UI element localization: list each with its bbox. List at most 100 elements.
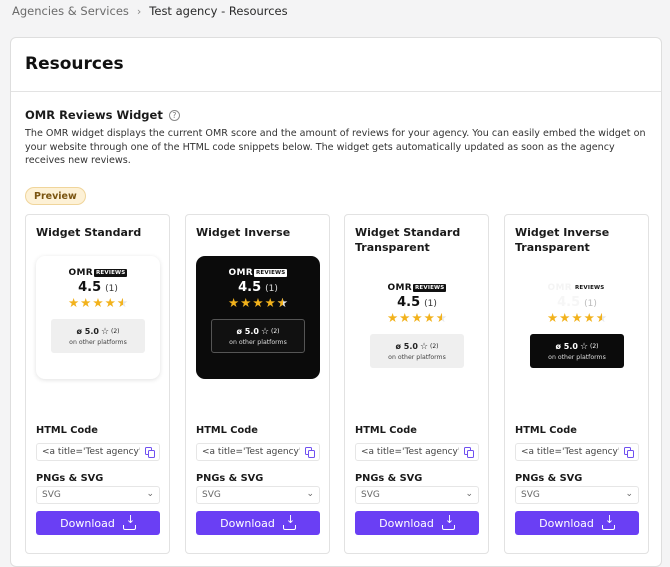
help-circle-icon[interactable]: ?	[168, 109, 180, 121]
platform-score: ø 5.0	[395, 342, 418, 351]
logo-omr-text: OMR	[228, 268, 253, 278]
score-row: 4.5 (1)	[238, 280, 278, 295]
star-half-icon: ★	[596, 311, 607, 326]
breadcrumb-link-agencies[interactable]: Agencies & Services	[12, 4, 129, 18]
html-code-value[interactable]: <a title='Test agency' hr	[202, 447, 300, 457]
platform-label: on other platforms	[229, 338, 287, 346]
score-value: 4.5	[397, 295, 421, 310]
section-title: OMR Reviews Widget ?	[25, 108, 180, 122]
platform-count: (2)	[590, 343, 599, 350]
star-half-icon: ★	[436, 311, 447, 326]
rating-stars: ★ ★ ★ ★ ★	[546, 310, 607, 326]
breadcrumb-separator-icon: ›	[136, 4, 142, 18]
format-select-value: SVG	[202, 490, 221, 500]
star-icon: ★	[227, 295, 240, 310]
logo-omr-text: OMR	[387, 283, 412, 293]
review-count: (1)	[265, 284, 278, 294]
platform-score: ø 5.0	[555, 342, 578, 351]
breadcrumb: Agencies & Services › Test agency - Reso…	[12, 4, 288, 18]
html-code-field[interactable]: <a title='Test agency' hr	[196, 443, 320, 461]
html-code-field[interactable]: <a title='Test agency' hr	[36, 443, 160, 461]
download-icon: ↓	[122, 514, 136, 530]
platform-score-row: ø 5.0 ☆ (2)	[555, 342, 598, 352]
widget-preview-standard: OMR REVIEWS 4.5 (1) ★ ★ ★ ★ ★ ø 5.0 ☆ (2…	[36, 256, 160, 379]
star-icon: ★	[423, 310, 435, 325]
widget-card-standard: Widget Standard OMR REVIEWS 4.5 (1) ★ ★ …	[25, 214, 170, 554]
widget-preview-standard-transparent: OMR REVIEWS 4.5 (1) ★ ★ ★ ★ ★ ø 5.0 ☆ (2…	[355, 271, 479, 394]
html-code-label: HTML Code	[355, 425, 417, 436]
score-value: 4.5	[238, 280, 262, 295]
format-select-value: SVG	[361, 490, 380, 500]
format-select-value: SVG	[521, 490, 540, 500]
html-code-label: HTML Code	[196, 425, 258, 436]
copy-icon[interactable]	[624, 447, 634, 458]
rating-stars: ★ ★ ★ ★ ★	[386, 310, 447, 326]
html-code-value[interactable]: <a title='Test agency' hr	[521, 447, 619, 457]
card-title: Widget Inverse	[196, 226, 291, 239]
card-title: Widget Standard Transparent	[355, 226, 461, 254]
omr-reviews-logo: OMR REVIEWS	[69, 268, 128, 278]
widget-card-inverse: Widget Inverse OMR REVIEWS 4.5 (1) ★ ★ ★…	[185, 214, 330, 554]
score-value: 4.5	[78, 280, 102, 295]
platform-score-row: ø 5.0 ☆ (2)	[395, 342, 438, 352]
star-outline-icon: ☆	[260, 326, 270, 337]
star-icon: ★	[399, 310, 411, 325]
star-icon: ★	[240, 295, 252, 310]
preview-badge: Preview	[25, 187, 86, 205]
pngs-svg-label: PNGs & SVG	[355, 473, 423, 484]
chevron-down-icon: ⌄	[146, 489, 154, 499]
logo-reviews-text: REVIEWS	[253, 269, 288, 277]
html-code-field[interactable]: <a title='Test agency' hr	[515, 443, 639, 461]
download-button-label: Download	[539, 516, 594, 530]
format-select[interactable]: SVG ⌄	[196, 486, 320, 504]
star-icon: ★	[546, 310, 559, 325]
logo-reviews-text: REVIEWS	[412, 284, 447, 292]
star-half-icon: ★	[117, 296, 128, 311]
section-description: The OMR widget displays the current OMR …	[25, 128, 646, 166]
copy-icon[interactable]	[305, 447, 315, 458]
platform-score: ø 5.0	[236, 327, 259, 336]
html-code-value[interactable]: <a title='Test agency' hr	[42, 447, 140, 457]
download-button-label: Download	[60, 516, 115, 530]
omr-reviews-logo: OMR REVIEWS	[229, 268, 288, 278]
chevron-down-icon: ⌄	[465, 489, 473, 499]
platform-count: (2)	[271, 328, 280, 335]
star-icon: ★	[104, 295, 116, 310]
format-select[interactable]: SVG ⌄	[515, 486, 639, 504]
star-outline-icon: ☆	[100, 326, 110, 337]
star-icon: ★	[80, 295, 92, 310]
copy-icon[interactable]	[464, 447, 474, 458]
format-select[interactable]: SVG ⌄	[36, 486, 160, 504]
pngs-svg-label: PNGs & SVG	[515, 473, 583, 484]
html-code-value[interactable]: <a title='Test agency' hr	[361, 447, 459, 457]
copy-icon[interactable]	[145, 447, 155, 458]
star-icon: ★	[559, 310, 571, 325]
download-icon: ↓	[601, 514, 615, 530]
html-code-field[interactable]: <a title='Test agency' hr	[355, 443, 479, 461]
card-title: Widget Standard	[36, 226, 142, 239]
star-half-icon: ★	[277, 296, 288, 311]
other-platforms-box: ø 5.0 ☆ (2) on other platforms	[370, 334, 464, 368]
logo-omr-text: OMR	[68, 268, 93, 278]
download-button[interactable]: Download ↓	[355, 511, 479, 535]
download-button[interactable]: Download ↓	[196, 511, 320, 535]
review-count: (1)	[105, 284, 118, 294]
html-code-label: HTML Code	[515, 425, 577, 436]
platform-score-row: ø 5.0 ☆ (2)	[236, 327, 279, 337]
logo-omr-text: OMR	[547, 283, 572, 293]
star-icon: ★	[386, 310, 399, 325]
download-button[interactable]: Download ↓	[36, 511, 160, 535]
download-icon: ↓	[441, 514, 455, 530]
rating-stars: ★ ★ ★ ★ ★	[68, 295, 128, 311]
pngs-svg-label: PNGs & SVG	[36, 473, 104, 484]
widget-preview-inverse: OMR REVIEWS 4.5 (1) ★ ★ ★ ★ ★ ø 5.0 ☆ (2…	[196, 256, 320, 379]
omr-reviews-logo: OMR REVIEWS	[388, 283, 447, 293]
star-outline-icon: ☆	[419, 341, 429, 352]
logo-reviews-text: REVIEWS	[93, 269, 128, 277]
card-title: Widget Inverse Transparent	[515, 226, 610, 254]
star-icon: ★	[264, 295, 276, 310]
section-title-text: OMR Reviews Widget	[25, 108, 163, 122]
score-row: 4.5 (1)	[78, 280, 118, 295]
format-select[interactable]: SVG ⌄	[355, 486, 479, 504]
download-button[interactable]: Download ↓	[515, 511, 639, 535]
